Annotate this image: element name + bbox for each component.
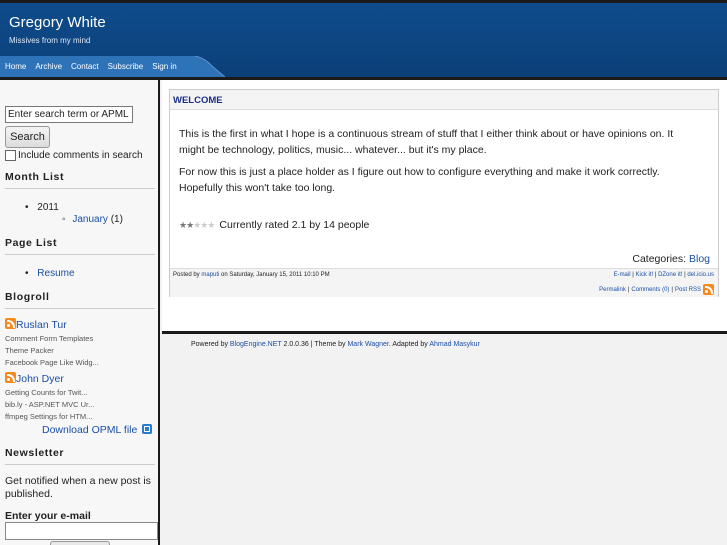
version-text: 2.0.0.36 | Theme by xyxy=(283,341,346,348)
opml-row: Download OPML file xyxy=(42,424,153,436)
blog-post-link[interactable]: ffmpeg Settings for HTM... xyxy=(5,412,92,421)
nav-contact[interactable]: Contact xyxy=(71,62,99,71)
star-rating[interactable]: ★ ★ ★ ★ ★ xyxy=(179,220,215,231)
permalink[interactable]: Permalink xyxy=(599,287,626,293)
post: WELCOME This is the first in what I hope… xyxy=(169,89,719,297)
post-paragraph: This is the first in what I hope is a co… xyxy=(179,128,674,156)
month-link[interactable]: January xyxy=(72,214,108,225)
main-content: WELCOME This is the first in what I hope… xyxy=(162,80,727,333)
rss-icon[interactable] xyxy=(5,318,16,329)
circle-bullet-icon: ◦ xyxy=(62,214,66,225)
post-title-bar: WELCOME xyxy=(170,90,718,110)
post-links: Permalink | Comments (0) | Post RSS xyxy=(599,284,714,295)
sidebar: Search Include comments in search Month … xyxy=(0,80,160,545)
opml-icon[interactable] xyxy=(142,424,153,434)
nav-home[interactable]: Home xyxy=(5,62,26,71)
comments-link[interactable]: Comments (0) xyxy=(631,287,669,293)
blog-post-link[interactable]: Getting Counts for Twit... xyxy=(5,388,87,397)
nav-subscribe[interactable]: Subscribe xyxy=(108,62,144,71)
main-nav: Home Archive Contact Subscribe Sign in xyxy=(0,56,225,77)
adapter-link[interactable]: Ahmad Masykur xyxy=(429,341,480,348)
author-link[interactable]: maputi xyxy=(201,272,219,278)
blog-post-link[interactable]: bib.ly - ASP.NET MVC Ur... xyxy=(5,400,94,409)
star-icon[interactable]: ★ xyxy=(193,220,201,231)
adapted-by-label: . Adapted by xyxy=(388,341,428,348)
rating-row: ★ ★ ★ ★ ★ Currently rated 2.1 by 14 peop… xyxy=(179,219,369,231)
page-link-resume[interactable]: Resume xyxy=(37,268,74,279)
year-item: • 2011 xyxy=(25,202,59,213)
newsletter-text: Get notified when a new post is publishe… xyxy=(5,475,151,500)
blog-post-link[interactable]: Comment Form Templates xyxy=(5,334,93,343)
rss-icon[interactable] xyxy=(5,372,16,383)
categories-label: Categories: xyxy=(632,253,687,265)
kick-it-link[interactable]: Kick it! xyxy=(635,272,653,278)
blog-link[interactable]: John Dyer xyxy=(16,373,64,385)
search-button[interactable]: Search xyxy=(5,126,50,148)
rss-icon[interactable] xyxy=(703,284,714,295)
include-comments-row: Include comments in search xyxy=(5,150,143,161)
category-link[interactable]: Blog xyxy=(689,253,710,265)
blog-post-link[interactable]: Theme Packer xyxy=(5,346,54,355)
categories: Categories: Blog xyxy=(632,253,710,265)
blog-link[interactable]: Ruslan Tur xyxy=(16,319,67,331)
star-icon[interactable]: ★ xyxy=(186,220,194,231)
post-rss-link[interactable]: Post RSS xyxy=(675,287,701,293)
download-opml-link[interactable]: Download OPML file xyxy=(42,424,137,436)
month-item: ◦ January (1) xyxy=(62,214,123,225)
posted-by-label: Posted by xyxy=(173,272,200,278)
blogroll-item: John Dyer xyxy=(5,372,64,385)
email-label: Enter your e-mail xyxy=(5,510,91,522)
blogroll-heading: Blogroll xyxy=(5,291,155,309)
delicious-link[interactable]: del.icio.us xyxy=(687,272,714,278)
blogengine-link[interactable]: BlogEngine.NET xyxy=(230,341,282,348)
blogroll-item: Ruslan Tur xyxy=(5,318,67,331)
post-actions: E-mail | Kick it! | DZone it! | del.icio… xyxy=(613,272,714,278)
star-icon[interactable]: ★ xyxy=(179,220,187,231)
post-title[interactable]: WELCOME xyxy=(173,95,223,106)
bullet-icon: • xyxy=(25,202,29,213)
page-item: • Resume xyxy=(25,268,75,279)
site-footer: Powered by BlogEngine.NET 2.0.0.36 | The… xyxy=(191,341,480,348)
month-count: (1) xyxy=(110,214,123,225)
blog-post-link[interactable]: Facebook Page Like Widg... xyxy=(5,358,99,367)
powered-by-label: Powered by xyxy=(191,341,228,348)
posted-info: Posted by maputi on Saturday, January 15… xyxy=(173,272,330,278)
site-title[interactable]: Gregory White xyxy=(9,14,106,31)
post-paragraph: For now this is just a place holder as I… xyxy=(179,166,660,194)
search-input[interactable] xyxy=(5,106,133,123)
notify-button[interactable] xyxy=(50,541,110,545)
site-subtitle: Missives from my mind xyxy=(9,36,91,45)
star-icon[interactable]: ★ xyxy=(200,220,208,231)
footer-divider xyxy=(162,331,727,334)
dzone-link[interactable]: DZone it! xyxy=(658,272,682,278)
bullet-icon: • xyxy=(25,268,29,279)
rating-text: Currently rated 2.1 by 14 people xyxy=(219,219,370,231)
theme-author-link[interactable]: Mark Wagner xyxy=(347,341,388,348)
posted-date: on Saturday, January 15, 2011 10:10 PM xyxy=(221,272,330,278)
month-list-heading: Month List xyxy=(5,171,155,189)
email-input[interactable] xyxy=(5,522,158,540)
star-icon[interactable]: ★ xyxy=(207,220,215,231)
include-comments-label[interactable]: Include comments in search xyxy=(18,150,143,161)
email-link[interactable]: E-mail xyxy=(614,272,631,278)
page-list-heading: Page List xyxy=(5,237,155,255)
nav-archive[interactable]: Archive xyxy=(35,62,62,71)
nav-sign-in[interactable]: Sign in xyxy=(152,62,176,71)
include-comments-checkbox[interactable] xyxy=(5,150,16,161)
site-header: Gregory White Missives from my mind Home… xyxy=(0,3,727,77)
newsletter-heading: Newsletter xyxy=(5,447,155,465)
year-label[interactable]: 2011 xyxy=(37,202,59,213)
post-footer: Posted by maputi on Saturday, January 15… xyxy=(170,268,718,297)
